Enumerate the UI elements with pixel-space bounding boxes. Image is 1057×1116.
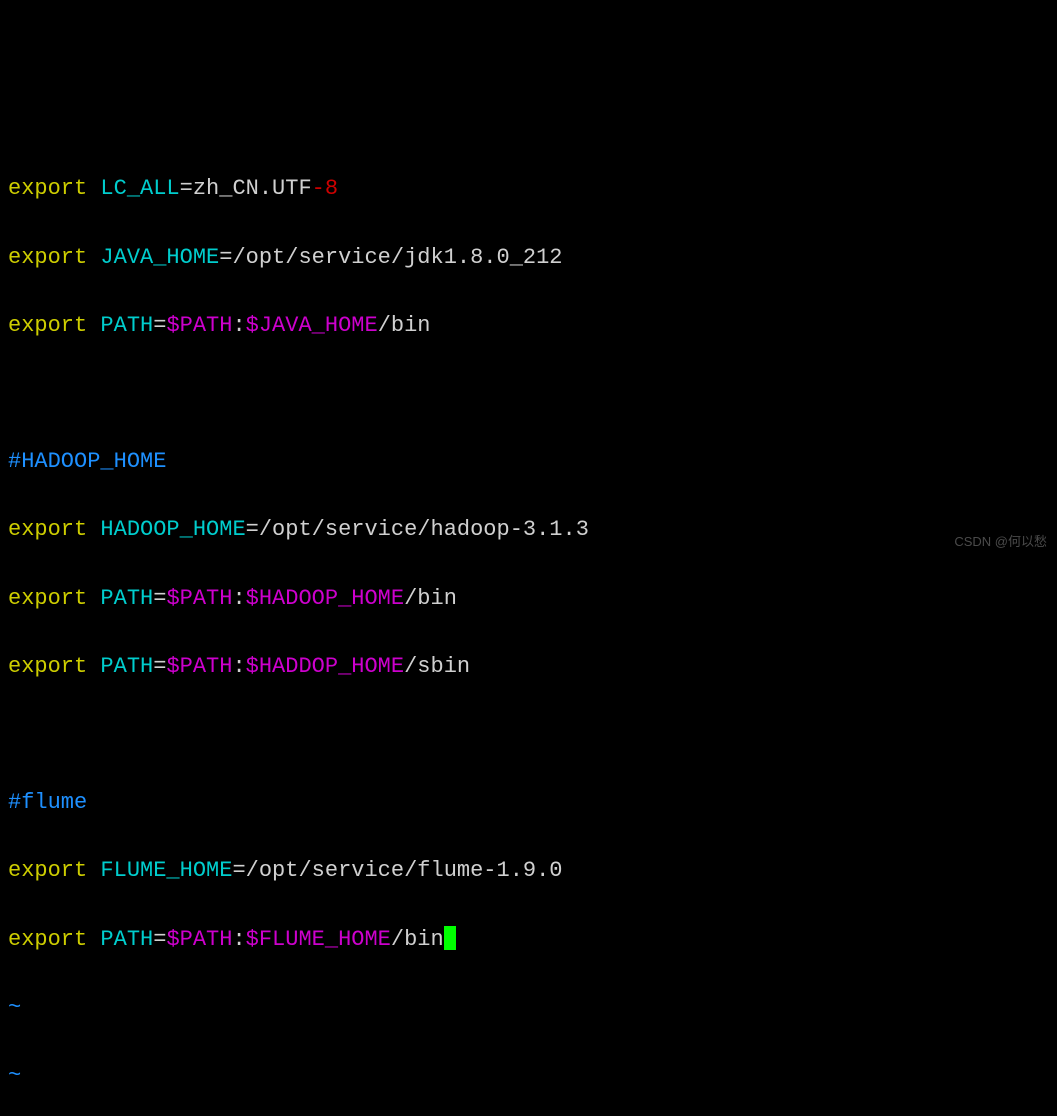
empty-line-tilde: ~ <box>8 1059 1049 1093</box>
var-ref: $HADOOP_HOME <box>246 586 404 611</box>
code-line: export LC_ALL=zh_CN.UTF-8 <box>8 172 1049 206</box>
var-name: PATH <box>100 654 153 679</box>
keyword-export: export <box>8 858 87 883</box>
comment-line: #HADOOP_HOME <box>8 445 1049 479</box>
code-line: export PATH=$PATH:$HADDOP_HOME/sbin <box>8 650 1049 684</box>
cursor-icon <box>444 926 456 950</box>
comment-text: #flume <box>8 790 87 815</box>
var-ref: $PATH <box>166 586 232 611</box>
equals-op: = <box>246 517 259 542</box>
code-line: export HADOOP_HOME=/opt/service/hadoop-3… <box>8 513 1049 547</box>
colon-op: : <box>232 654 245 679</box>
equals-op: = <box>219 245 232 270</box>
code-line: export FLUME_HOME=/opt/service/flume-1.9… <box>8 854 1049 888</box>
code-line: export JAVA_HOME=/opt/service/jdk1.8.0_2… <box>8 241 1049 275</box>
terminal-editor[interactable]: export LC_ALL=zh_CN.UTF-8 export JAVA_HO… <box>8 138 1049 1116</box>
code-line: export PATH=$PATH:$FLUME_HOME/bin <box>8 923 1049 957</box>
var-name: LC_ALL <box>100 176 179 201</box>
equals-op: = <box>232 858 245 883</box>
equals-op: = <box>153 927 166 952</box>
colon-op: : <box>232 927 245 952</box>
path-text: /opt/service/flume-1.9.0 <box>246 858 563 883</box>
colon-op: : <box>232 313 245 338</box>
keyword-export: export <box>8 927 87 952</box>
var-ref: $PATH <box>166 654 232 679</box>
keyword-export: export <box>8 176 87 201</box>
var-name: PATH <box>100 586 153 611</box>
var-name: FLUME_HOME <box>100 858 232 883</box>
var-ref: $PATH <box>166 927 232 952</box>
var-ref: $HADDOP_HOME <box>246 654 404 679</box>
value-text: zh_CN.UTF <box>193 176 312 201</box>
path-text: /opt/service/hadoop-3.1.3 <box>259 517 589 542</box>
equals-op: = <box>153 313 166 338</box>
keyword-export: export <box>8 654 87 679</box>
path-suffix: /bin <box>404 586 457 611</box>
blank-line <box>8 377 1049 411</box>
colon-op: : <box>232 586 245 611</box>
keyword-export: export <box>8 313 87 338</box>
code-line: export PATH=$PATH:$HADOOP_HOME/bin <box>8 582 1049 616</box>
keyword-export: export <box>8 586 87 611</box>
var-ref: $PATH <box>166 313 232 338</box>
equals-op: = <box>153 586 166 611</box>
path-suffix: /sbin <box>404 654 470 679</box>
tilde-marker: ~ <box>8 995 21 1020</box>
blank-line <box>8 718 1049 752</box>
equals-op: = <box>180 176 193 201</box>
comment-text: #HADOOP_HOME <box>8 449 166 474</box>
path-suffix: /bin <box>378 313 431 338</box>
dash: - <box>312 176 325 201</box>
keyword-export: export <box>8 517 87 542</box>
var-name: PATH <box>100 927 153 952</box>
tilde-marker: ~ <box>8 1063 21 1088</box>
watermark-text: CSDN @何以愁 <box>954 532 1047 552</box>
comment-line: #flume <box>8 786 1049 820</box>
path-suffix: /bin <box>391 927 444 952</box>
var-name: JAVA_HOME <box>100 245 219 270</box>
code-line: export PATH=$PATH:$JAVA_HOME/bin <box>8 309 1049 343</box>
keyword-export: export <box>8 245 87 270</box>
number: 8 <box>325 176 338 201</box>
var-ref: $JAVA_HOME <box>246 313 378 338</box>
var-ref: $FLUME_HOME <box>246 927 391 952</box>
var-name: HADOOP_HOME <box>100 517 245 542</box>
var-name: PATH <box>100 313 153 338</box>
path-text: /opt/service/jdk1.8.0_212 <box>232 245 562 270</box>
equals-op: = <box>153 654 166 679</box>
empty-line-tilde: ~ <box>8 991 1049 1025</box>
